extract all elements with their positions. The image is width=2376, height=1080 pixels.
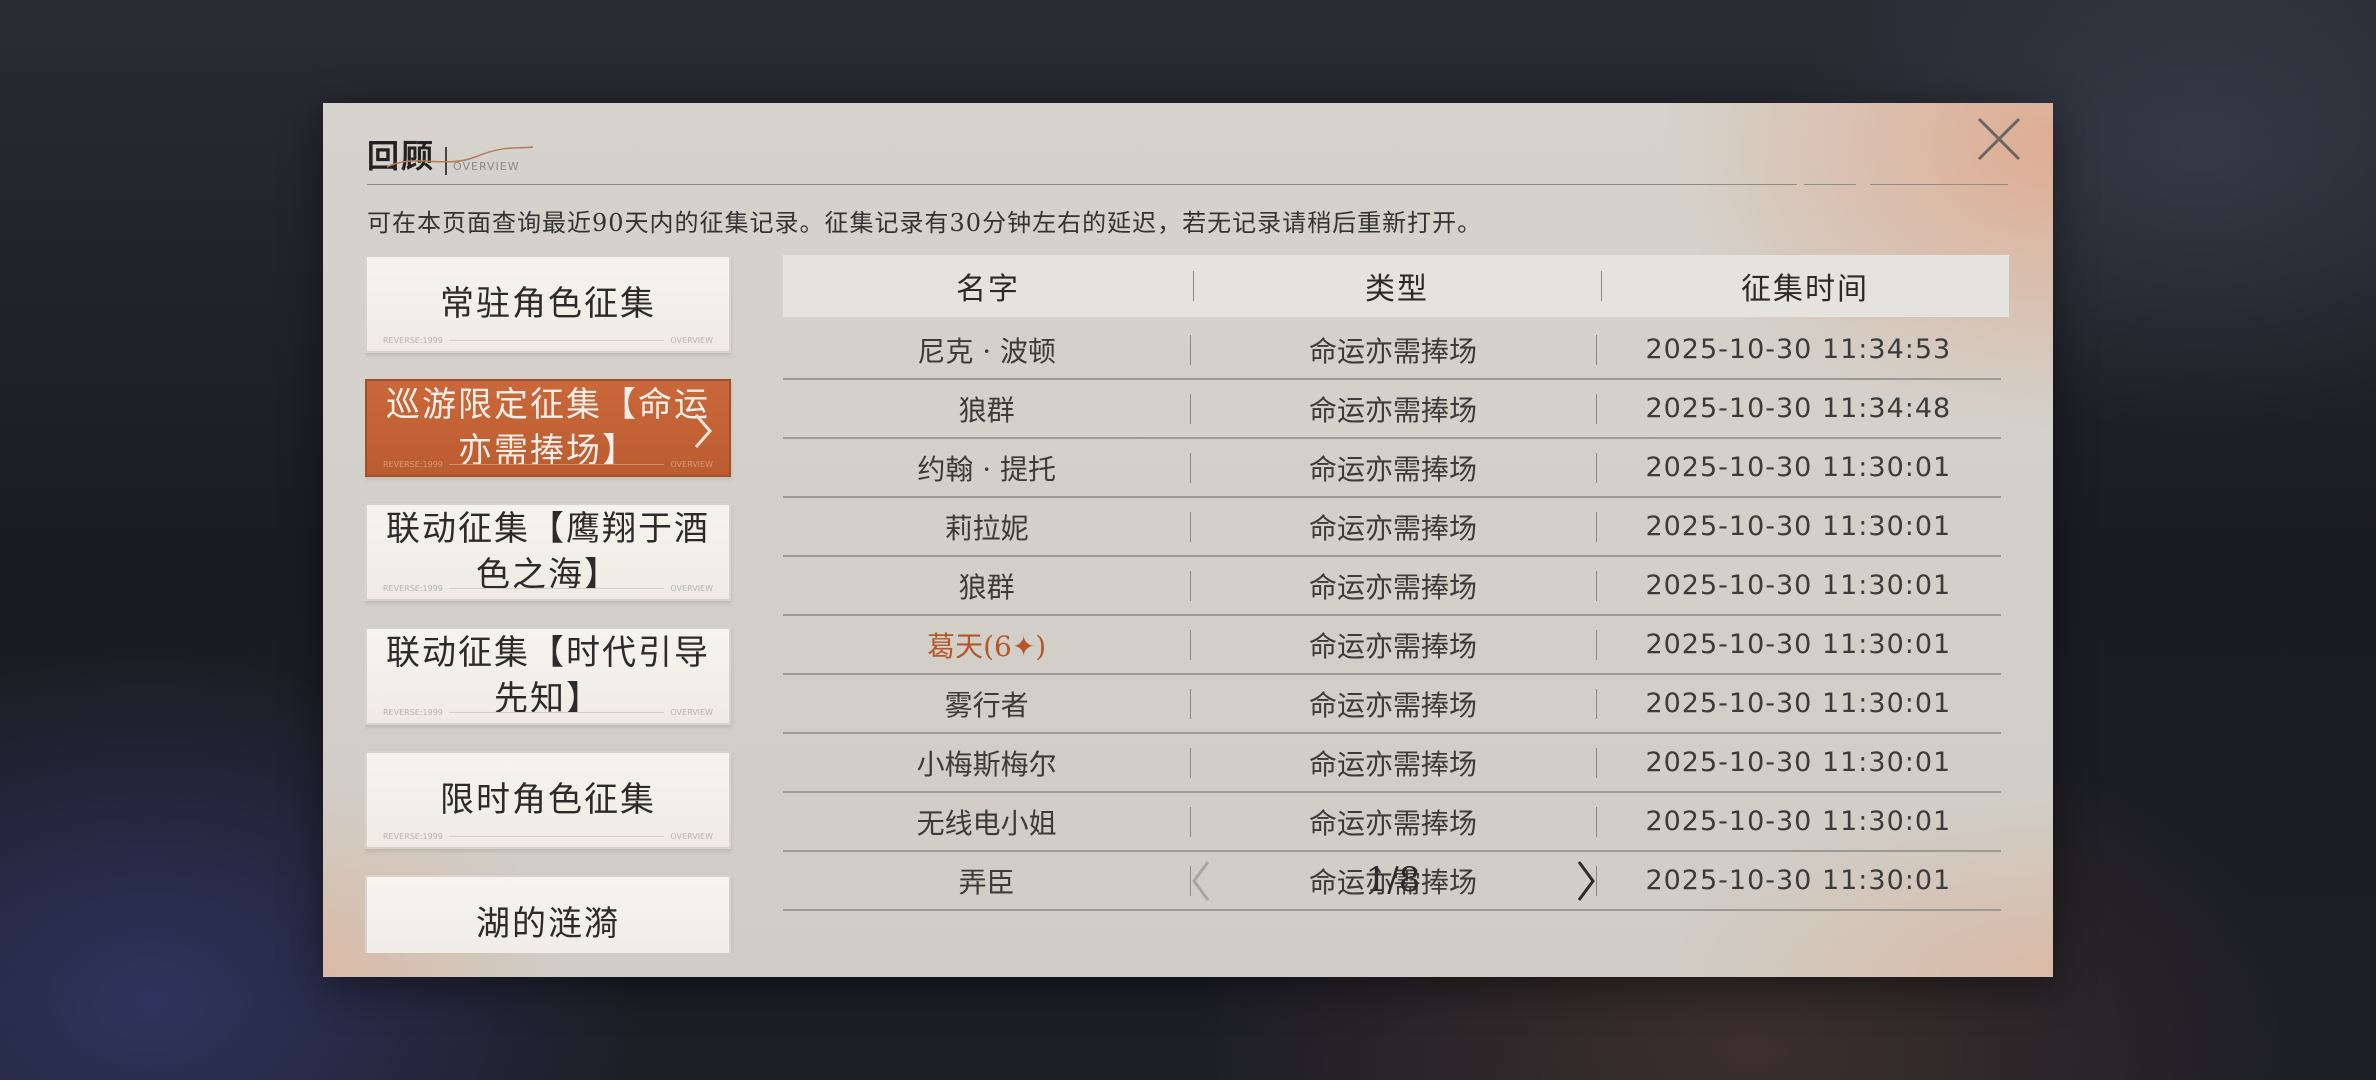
banner-item-label: 常驻角色征集: [440, 284, 656, 324]
page-indicator: 1/8: [1365, 860, 1421, 900]
cell-type: 命运亦需捧场: [1190, 448, 1595, 488]
cell-name: 莉拉妮: [944, 511, 1029, 545]
table-row: 莉拉妮 命运亦需捧场 2025-10-30 11:30:01: [783, 498, 2001, 557]
cell-name-highlight: 葛天(6✦): [927, 629, 1047, 663]
cell-name: 小梅斯梅尔: [916, 747, 1057, 781]
cell-time: 2025-10-30 11:30:01: [1595, 747, 2001, 778]
header-divider-segment: [1804, 184, 1856, 185]
header-divider-segment: [1870, 184, 2008, 185]
cell-name: 约翰 · 提托: [917, 452, 1057, 486]
history-panel: 回顾 OVERVIEW 可在本页面查询最近90天内的征集记录。征集记录有30分钟…: [323, 103, 2053, 977]
cell-type: 命运亦需捧场: [1190, 625, 1595, 665]
cell-type: 命运亦需捧场: [1190, 330, 1595, 370]
banner-item-decoration: REVERSE:1999 OVERVIEW: [383, 583, 713, 593]
cell-name: 尼克 · 波顿: [917, 334, 1057, 368]
cell-name: 狼群: [958, 570, 1015, 604]
cell-name: 无线电小姐: [916, 806, 1057, 840]
table-header: 名字 类型 征集时间: [783, 255, 2009, 317]
banner-item-decoration: REVERSE:1999 OVERVIEW: [383, 831, 713, 841]
banner-item-limited[interactable]: 限时角色征集 REVERSE:1999 OVERVIEW: [365, 751, 731, 849]
deco-text-left: REVERSE:1999: [383, 583, 443, 593]
column-header-name: 名字: [956, 272, 1020, 307]
table-row: 狼群 命运亦需捧场 2025-10-30 11:34:48: [783, 380, 2001, 439]
banner-item-decoration: REVERSE:1999 OVERVIEW: [383, 459, 713, 469]
column-header-time: 征集时间: [1601, 264, 2009, 308]
swoosh-decoration: [386, 146, 534, 168]
cell-type: 命运亦需捧场: [1190, 566, 1595, 606]
deco-text-right: OVERVIEW: [670, 583, 713, 593]
banner-item-collab-1[interactable]: 联动征集【鹰翔于酒色之海】 REVERSE:1999 OVERVIEW: [365, 503, 731, 601]
prev-page-button[interactable]: [1186, 856, 1216, 906]
cell-type: 命运亦需捧场: [1190, 507, 1595, 547]
table-body: 尼克 · 波顿 命运亦需捧场 2025-10-30 11:34:53 狼群 命运…: [783, 321, 2009, 911]
cell-type: 命运亦需捧场: [1190, 684, 1595, 724]
table-row: 约翰 · 提托 命运亦需捧场 2025-10-30 11:30:01: [783, 439, 2001, 498]
banner-item-label: 湖的涟漪: [476, 904, 620, 944]
notice-text: 可在本页面查询最近90天内的征集记录。征集记录有30分钟左右的延迟，若无记录请稍…: [367, 209, 1483, 237]
cell-time: 2025-10-30 11:30:01: [1595, 570, 2001, 601]
banner-item-decoration: REVERSE:1999 OVERVIEW: [383, 707, 713, 717]
header-divider: [367, 184, 1797, 185]
cell-time: 2025-10-30 11:30:01: [1595, 806, 2001, 837]
pagination: 1/8: [783, 848, 2001, 918]
banner-list[interactable]: 常驻角色征集 REVERSE:1999 OVERVIEW 巡游限定征集【命运亦需捧…: [365, 255, 735, 953]
banner-item-collab-2[interactable]: 联动征集【时代引导先知】 REVERSE:1999 OVERVIEW: [365, 627, 731, 725]
close-icon[interactable]: [1971, 111, 2027, 167]
cell-time: 2025-10-30 11:30:01: [1595, 688, 2001, 719]
column-header-type: 类型: [1193, 264, 1601, 308]
cell-time: 2025-10-30 11:34:48: [1595, 393, 2001, 424]
deco-text-right: OVERVIEW: [670, 335, 713, 345]
table-row: 雾行者 命运亦需捧场 2025-10-30 11:30:01: [783, 675, 2001, 734]
deco-text-right: OVERVIEW: [670, 831, 713, 841]
cell-time: 2025-10-30 11:34:53: [1595, 334, 2001, 365]
table-row: 狼群 命运亦需捧场 2025-10-30 11:30:01: [783, 557, 2001, 616]
deco-text-left: REVERSE:1999: [383, 335, 443, 345]
record-table: 名字 类型 征集时间 尼克 · 波顿 命运亦需捧场 2025-10-30 11:…: [783, 255, 2009, 911]
banner-item-decoration: REVERSE:1999 OVERVIEW: [383, 335, 713, 345]
cell-type: 命运亦需捧场: [1190, 389, 1595, 429]
cell-name: 狼群: [958, 393, 1015, 427]
cell-type: 命运亦需捧场: [1190, 743, 1595, 783]
cell-type: 命运亦需捧场: [1190, 802, 1595, 842]
table-row: 尼克 · 波顿 命运亦需捧场 2025-10-30 11:34:53: [783, 321, 2001, 380]
banner-item-standard[interactable]: 常驻角色征集 REVERSE:1999 OVERVIEW: [365, 255, 731, 353]
deco-text-right: OVERVIEW: [670, 459, 713, 469]
table-row-highlight: 葛天(6✦) 命运亦需捧场 2025-10-30 11:30:01: [783, 616, 2001, 675]
chevron-right-icon: [694, 414, 712, 448]
cell-time: 2025-10-30 11:30:01: [1595, 452, 2001, 483]
cell-time: 2025-10-30 11:30:01: [1595, 629, 2001, 660]
table-row: 小梅斯梅尔 命运亦需捧场 2025-10-30 11:30:01: [783, 734, 2001, 793]
deco-text-left: REVERSE:1999: [383, 831, 443, 841]
deco-text-left: REVERSE:1999: [383, 707, 443, 717]
deco-text-right: OVERVIEW: [670, 707, 713, 717]
cell-time: 2025-10-30 11:30:01: [1595, 511, 2001, 542]
next-page-button[interactable]: [1571, 856, 1601, 906]
banner-item-tour-limited[interactable]: 巡游限定征集【命运亦需捧场】 REVERSE:1999 OVERVIEW: [365, 379, 731, 477]
cell-name: 雾行者: [944, 688, 1029, 722]
table-row: 无线电小姐 命运亦需捧场 2025-10-30 11:30:01: [783, 793, 2001, 852]
banner-item-label: 限时角色征集: [440, 780, 656, 820]
banner-item-lake-ripples[interactable]: 湖的涟漪 REVERSE:1999OVERVIEW: [365, 875, 731, 953]
deco-text-left: REVERSE:1999: [383, 459, 443, 469]
